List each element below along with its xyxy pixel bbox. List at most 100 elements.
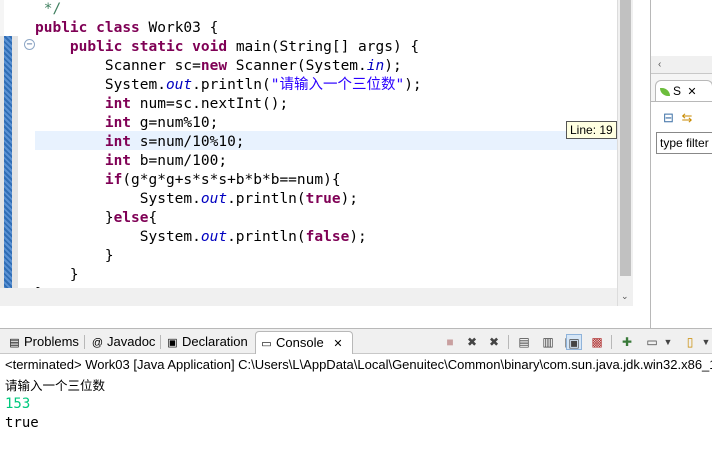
code-line: } (35, 247, 617, 266)
outline-body: ⊟ ⇆ type filter (651, 101, 712, 328)
scroll-down-icon[interactable]: ⌄ (621, 291, 629, 302)
collapse-all-icon[interactable]: ⊟ (663, 110, 674, 125)
toolbar-separator (508, 335, 509, 349)
changed-lines-marker (0, 36, 18, 306)
console-icon: ▭ (261, 338, 272, 350)
close-icon[interactable]: ✕ (687, 86, 696, 98)
pin-console-icon[interactable]: ▣ (566, 334, 582, 350)
code-token: .println( (227, 191, 306, 207)
code-token: "请输入一个三位数" (270, 77, 405, 93)
display-selected-console-icon[interactable]: ✚ (619, 334, 635, 350)
tab-declaration[interactable]: ▣ Declaration (162, 331, 248, 354)
code-token: main(String[] args) { (227, 39, 420, 55)
code-token: int (104, 96, 132, 112)
close-icon[interactable]: ✕ (333, 338, 342, 350)
code-line: int g=num%10; (35, 114, 617, 133)
line-number-tooltip: Line: 19 (566, 121, 617, 139)
code-token: { (148, 210, 158, 226)
tab-javadoc[interactable]: @ Javadoc (87, 331, 156, 354)
code-token: g=num%10; (131, 115, 219, 131)
chevron-down-icon[interactable]: ▼ (660, 334, 676, 350)
code-line: System.out.println(true); (35, 190, 617, 209)
code-editor[interactable]: − */ public class Work03 { public static … (0, 0, 633, 306)
code-token: Work03 { (139, 20, 219, 36)
chevron-down-icon[interactable]: ▼ (698, 334, 712, 350)
code-token: } (35, 267, 79, 283)
code-line: System.out.println(false); (35, 228, 617, 247)
remove-all-terminated-icon[interactable]: ✖ (486, 334, 502, 350)
side-horizontal-scrollbar[interactable]: ‹ (651, 56, 712, 73)
tab-console-label: Console (276, 335, 324, 350)
code-token: s=num/10%10; (131, 134, 245, 150)
scroll-left-icon[interactable]: ‹ (658, 59, 661, 70)
editor-scroll-thumb[interactable] (620, 0, 631, 276)
bottom-tab-bar: ▤ Problems @ Javadoc ▣ Declaration ▭ Console… (0, 329, 712, 354)
problems-icon: ▤ (9, 337, 20, 349)
editor-vertical-scrollbar[interactable]: ⌄ (617, 0, 633, 306)
code-line: if(g*g*g+s*s*s+b*b*b==num){ (35, 171, 617, 190)
tab-separator (160, 335, 161, 349)
code-token: num=sc.nextInt(); (131, 96, 289, 112)
leaf-icon (660, 88, 670, 96)
code-line: */ (35, 0, 617, 19)
type-filter-input[interactable]: type filter (656, 132, 712, 154)
declaration-icon: ▣ (167, 337, 178, 349)
code-token: out (200, 191, 228, 207)
terminate-icon[interactable]: ■ (442, 334, 458, 350)
tab-outline[interactable]: S ✕ (655, 80, 712, 102)
show-on-error-icon[interactable]: ▩ (589, 334, 605, 350)
code-token: .println( (192, 77, 271, 93)
tab-declaration-label: Declaration (182, 334, 248, 349)
code-text[interactable]: */ public class Work03 { public static vo… (35, 0, 617, 304)
tab-console[interactable]: ▭ Console ✕ (255, 331, 353, 354)
code-token: ); (384, 58, 402, 74)
side-top-view: ‹ (651, 0, 712, 74)
link-editor-icon[interactable]: ⇆ (682, 110, 693, 125)
code-token: void (192, 39, 228, 55)
code-token: class (96, 20, 140, 36)
code-token: if (104, 172, 123, 188)
toolbar-separator (611, 335, 612, 349)
code-token: public (35, 20, 88, 36)
open-console-icon[interactable]: ▭ (644, 334, 660, 350)
outline-side-panel: ‹ S ✕ ⊟ ⇆ type filter (650, 0, 712, 328)
code-token: out (165, 77, 193, 93)
tab-separator (84, 335, 85, 349)
code-token: (g*g*g+s*s*s+b*b*b==num){ (122, 172, 341, 188)
code-token: } (35, 248, 114, 264)
console-panel: ▤ Problems @ Javadoc ▣ Declaration ▭ Console… (0, 328, 712, 459)
console-line: true (5, 415, 39, 431)
code-token: out (200, 229, 228, 245)
code-token: ); (404, 77, 422, 93)
console-line: 请输入一个三位数 (5, 378, 106, 393)
collapse-icon[interactable]: − (24, 39, 35, 50)
javadoc-icon: @ (91, 337, 104, 349)
tab-javadoc-label: Javadoc (107, 334, 156, 349)
clear-console-icon[interactable]: ▤ (516, 334, 532, 350)
scroll-lock-icon[interactable]: ▥ (540, 334, 556, 350)
code-token: b=num/100; (131, 153, 228, 169)
code-token: */ (35, 1, 62, 17)
code-token: System. (35, 191, 201, 207)
code-token: Scanner(System. (227, 58, 367, 74)
editor-horizontal-scrollbar[interactable] (0, 288, 617, 306)
code-token: else (113, 210, 149, 226)
code-token: true (305, 191, 341, 207)
code-line: int s=num/10%10; (35, 133, 617, 152)
code-token: int (104, 115, 132, 131)
console-output[interactable]: 请输入一个三位数 153 true (5, 376, 105, 433)
new-console-icon[interactable]: ▯ (682, 334, 698, 350)
code-line: public class Work03 { (35, 19, 617, 38)
tab-problems[interactable]: ▤ Problems (4, 331, 79, 354)
code-line: System.out.println("请输入一个三位数"); (35, 76, 617, 95)
code-token: in (366, 58, 385, 74)
remove-launch-icon[interactable]: ✖ (464, 334, 480, 350)
